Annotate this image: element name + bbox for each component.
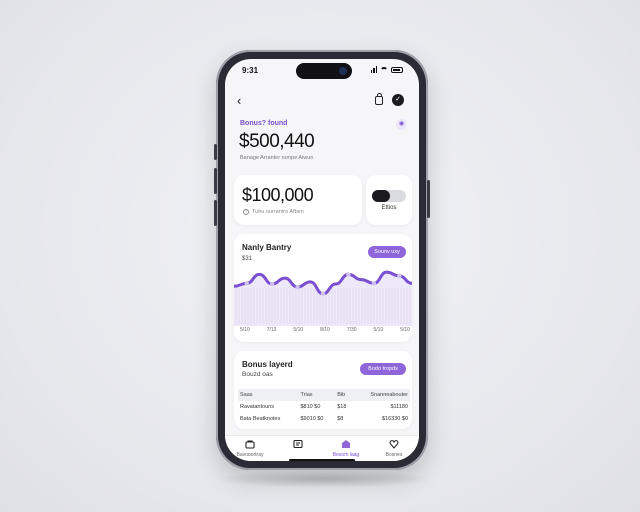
summary-subtitle-row: ? Tuhu ourrantro Afben [243, 209, 304, 215]
table-cell: $810 $0 [300, 404, 321, 410]
table-row[interactable]: Bata Beatknotes $9010 $0 $8 $16330 $0 [238, 413, 410, 425]
tab-home[interactable]: Besom laag [323, 439, 369, 458]
data-point [371, 281, 377, 286]
x-tick-label: 7/13 [266, 327, 277, 333]
phone-screen: 9:31 ‹ ✓ Bonus? found ◉ $500,440 Banage … [225, 59, 419, 461]
balance-subtitle: Banage Arranter rumpe Aiwun [240, 155, 314, 161]
x-axis-ticks: 5/10 7/13 5/10 8/10 7/30 5/10 5/10 [240, 327, 410, 333]
power-button [427, 180, 430, 218]
table-cell: $16330 $0 [382, 416, 408, 422]
tab-bar: Bavooortray Besom laag Bosnes [225, 435, 419, 461]
top-bar: ‹ ✓ [237, 93, 407, 109]
data-point [269, 281, 275, 287]
x-tick-label: 5/10 [400, 327, 410, 333]
recent-card: Bonus layerd Bouzd oas Bodo tropds Saas … [234, 351, 412, 429]
battery-icon [391, 66, 403, 73]
table-cell: $18 [337, 404, 347, 410]
table-cell: $9010 $0 [300, 416, 324, 422]
tab-label: Bosnes [385, 452, 403, 458]
volume-down-button [214, 200, 217, 226]
recent-action-button[interactable]: Bodo tropds [360, 363, 406, 375]
chart-action-button[interactable]: Sounv uxy [368, 246, 406, 258]
table-cell: $11180 [390, 404, 408, 410]
wallet-icon [245, 440, 255, 449]
phone-frame: 9:31 ‹ ✓ Bonus? found ◉ $500,440 Banage … [214, 50, 430, 470]
status-icons [370, 66, 403, 73]
x-tick-label: 5/10 [240, 327, 250, 333]
tab-label: Besom laag [332, 452, 360, 458]
signal-icon [370, 66, 377, 73]
line-chart [234, 270, 412, 326]
x-tick-label: 7/30 [346, 327, 357, 333]
chart-card: Nanly Bantry $31 Sounv uxy 5/10 7/13 5/10 8… [234, 234, 412, 342]
bag-icon[interactable] [375, 93, 383, 105]
table-cell: $8 [337, 416, 344, 422]
toggle-card: Ettios [366, 175, 412, 225]
recent-title: Bonus layerd [242, 360, 293, 369]
x-tick-label: 5/10 [373, 327, 384, 333]
transactions-table: Saas Trias Bib Snanneabouter Ravatantoun… [238, 389, 410, 425]
x-tick-label: 8/10 [320, 327, 330, 333]
col-header: Bib [335, 389, 354, 401]
table-cell: Ravatantouns [240, 404, 274, 410]
summary-subtitle: Tuhu ourrantro Afben [252, 209, 304, 215]
table-cell: Bata Beatknotes [240, 416, 281, 422]
tab-documents[interactable] [275, 439, 321, 452]
table-header: Saas Trias Bib Snanneabouter [238, 389, 410, 401]
phone-shadow [214, 470, 434, 488]
recent-subtitle: Bouzd oas [242, 371, 273, 378]
data-point [346, 272, 351, 277]
col-header: Snanneabouter [353, 389, 410, 401]
data-point [320, 291, 326, 296]
chart-subtitle: $31 [242, 256, 253, 262]
heart-icon [389, 440, 399, 449]
eye-icon[interactable]: ◉ [396, 119, 407, 130]
wifi-icon [380, 66, 388, 73]
area-fill [234, 272, 412, 326]
summary-value: $100,000 [242, 185, 314, 205]
document-icon [293, 439, 303, 449]
data-point [295, 284, 300, 290]
dynamic-island [296, 63, 352, 79]
x-tick-label: 5/10 [293, 327, 304, 333]
col-header: Saas [238, 389, 299, 401]
balance-label: Bonus? found [240, 120, 288, 127]
settings-toggle[interactable] [372, 190, 406, 202]
mute-button [214, 144, 217, 160]
data-point [397, 273, 402, 279]
chart-title: Nanly Bantry [242, 243, 292, 252]
tab-label: Bavooortray [236, 452, 264, 458]
tab-favorites[interactable]: Bosnes [371, 439, 417, 458]
info-icon: ? [243, 209, 249, 215]
profile-icon[interactable]: ✓ [392, 94, 404, 106]
tab-wallet[interactable]: Bavooortray [227, 439, 273, 458]
table-row[interactable]: Ravatantouns $810 $0 $18 $11180 [238, 401, 410, 413]
volume-up-button [214, 168, 217, 194]
data-point [244, 281, 249, 286]
balance-value: $500,440 [239, 131, 315, 152]
summary-card[interactable]: $100,000 ? Tuhu ourrantro Afben [234, 175, 362, 225]
toggle-label: Ettios [381, 205, 397, 211]
col-header: Trias [298, 389, 336, 401]
home-icon [342, 440, 350, 448]
back-icon[interactable]: ‹ [237, 94, 241, 107]
home-indicator [289, 459, 355, 461]
status-time: 9:31 [242, 66, 259, 75]
